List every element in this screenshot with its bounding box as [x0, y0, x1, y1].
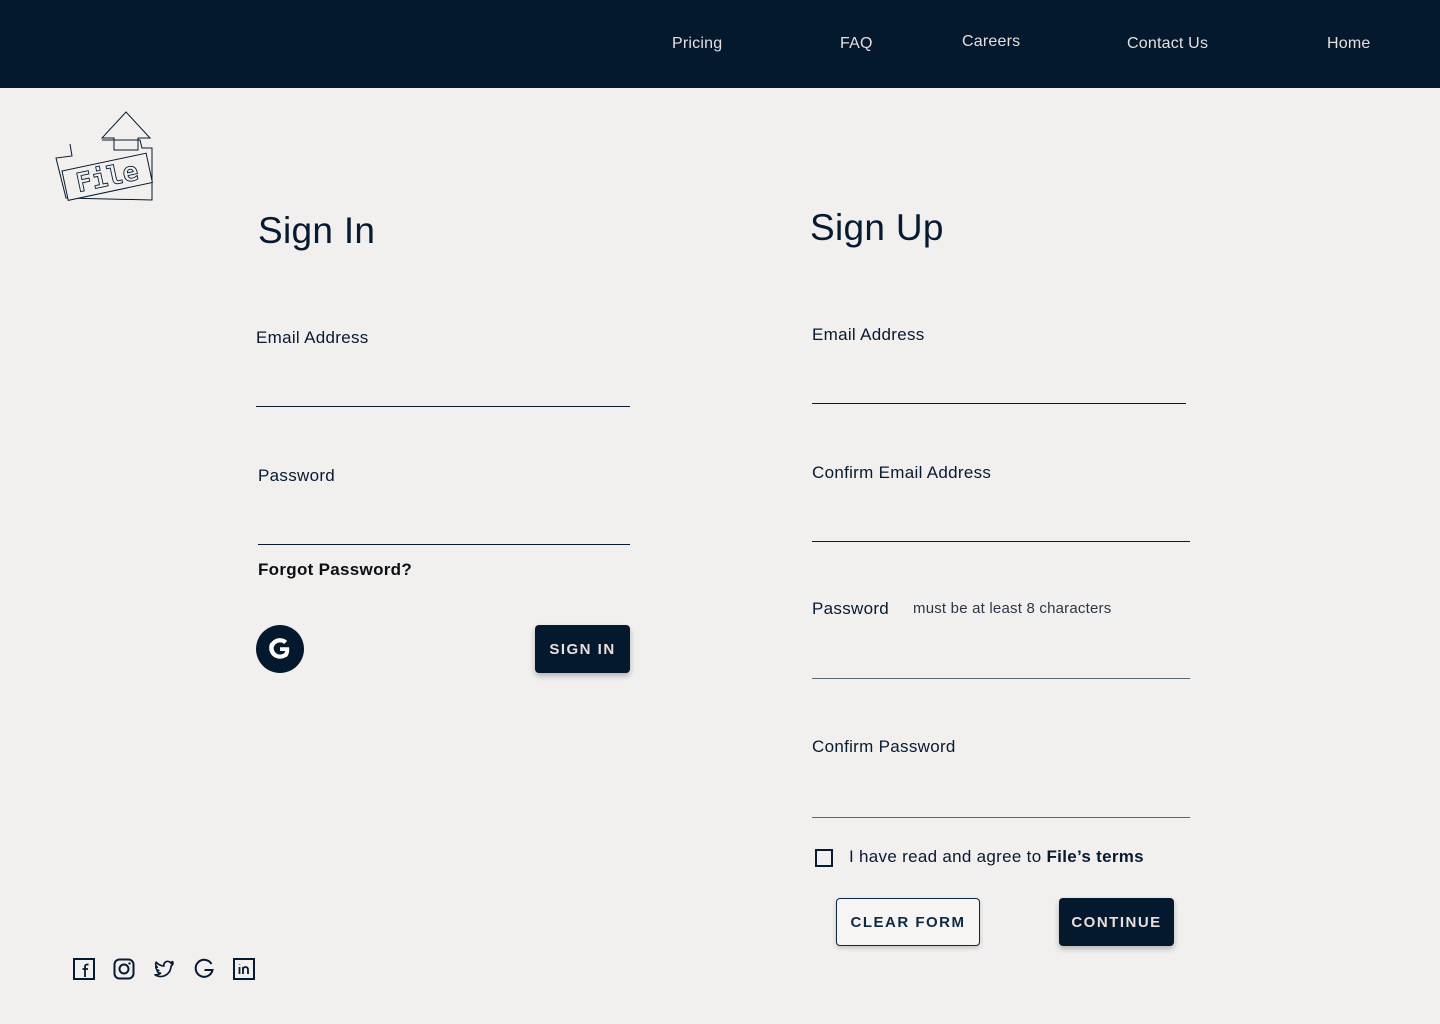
logo-text: File	[74, 157, 141, 199]
top-nav-bar: Pricing FAQ Careers Contact Us Home	[0, 0, 1440, 88]
nav-link-faq[interactable]: FAQ	[840, 35, 873, 53]
sign-in-email-label: Email Address	[256, 328, 369, 347]
sign-up-confirm-email-label: Confirm Email Address	[812, 463, 992, 482]
file-logo[interactable]: File	[52, 110, 156, 204]
google-sign-in-button[interactable]	[256, 625, 304, 673]
forgot-password-link[interactable]: Forgot Password?	[258, 560, 412, 580]
sign-up-password-input[interactable]	[812, 649, 1190, 679]
nav-link-home[interactable]: Home	[1327, 35, 1370, 53]
google-icon	[269, 638, 290, 659]
file-logo-icon: File	[55, 111, 153, 201]
facebook-icon[interactable]	[73, 958, 95, 980]
instagram-icon[interactable]	[113, 958, 135, 980]
sign-in-password-input[interactable]	[258, 515, 630, 545]
clear-form-button[interactable]: CLEAR FORM	[836, 898, 980, 946]
nav-link-pricing[interactable]: Pricing	[672, 35, 722, 53]
sign-up-password-label: Password	[812, 599, 890, 618]
nav-link-contact-us[interactable]: Contact Us	[1127, 35, 1208, 53]
terms-text: I have read and agree to File’s terms	[849, 847, 1144, 867]
sign-in-title: Sign In	[258, 210, 376, 251]
sign-up-confirm-email-input[interactable]	[812, 512, 1190, 542]
sign-in-button[interactable]: SIGN IN	[535, 625, 630, 673]
sign-up-confirm-password-input[interactable]	[812, 788, 1190, 818]
linkedin-icon[interactable]	[233, 958, 255, 980]
sign-in-password-label: Password	[258, 466, 336, 485]
twitter-icon[interactable]	[153, 958, 175, 980]
sign-up-email-input[interactable]	[812, 374, 1186, 404]
sign-up-email-label: Email Address	[812, 325, 925, 344]
terms-prefix: I have read and agree to	[849, 847, 1047, 866]
sign-up-title: Sign Up	[810, 207, 944, 248]
terms-link[interactable]: File’s terms	[1046, 847, 1143, 866]
sign-up-confirm-password-label: Confirm Password	[812, 737, 956, 756]
password-hint: must be at least 8 characters	[913, 600, 1112, 617]
terms-checkbox[interactable]	[815, 849, 833, 867]
google-social-icon[interactable]	[193, 958, 215, 980]
continue-button[interactable]: CONTINUE	[1059, 898, 1174, 946]
nav-link-careers[interactable]: Careers	[962, 33, 1020, 51]
sign-in-email-input[interactable]	[256, 377, 630, 407]
